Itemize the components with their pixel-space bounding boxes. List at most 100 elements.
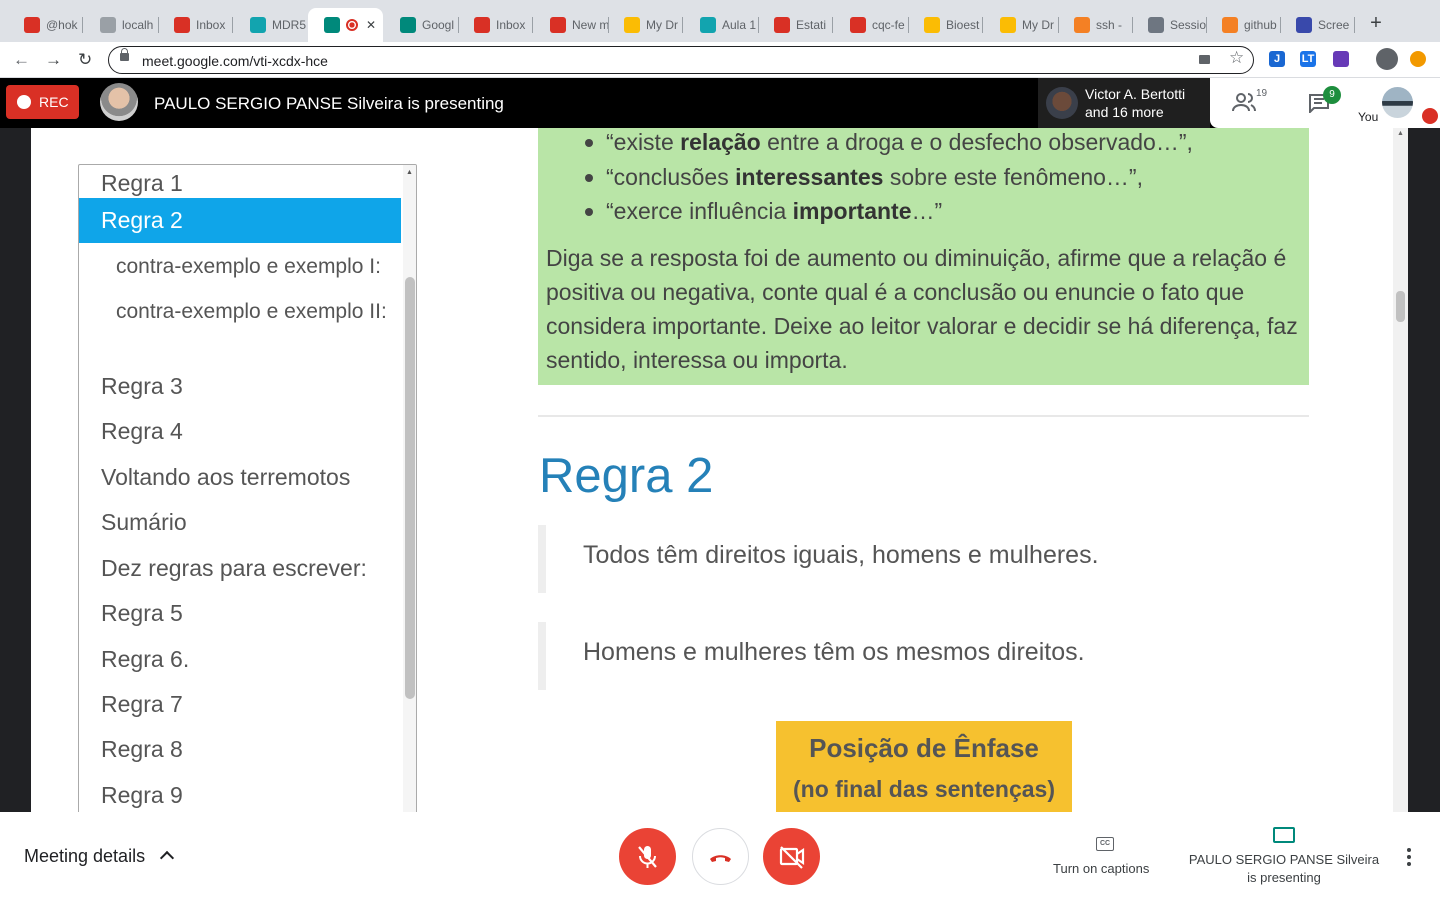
tab-separator bbox=[982, 17, 983, 33]
leave-call-button[interactable] bbox=[692, 828, 749, 885]
bullet-item: “exerce influência importante…” bbox=[585, 197, 1193, 232]
people-count: 19 bbox=[1256, 88, 1268, 99]
new-tab-button[interactable]: + bbox=[1366, 12, 1386, 35]
quote-block: Todos têm direitos iguais, homens e mulh… bbox=[538, 525, 1309, 593]
reload-icon[interactable]: ↻ bbox=[78, 50, 92, 70]
tab-title: Inbox bbox=[496, 18, 526, 32]
browser-tab[interactable]: cqc-fe bbox=[834, 8, 909, 42]
close-tab-icon[interactable]: ✕ bbox=[366, 18, 376, 32]
extension-icon[interactable]: LT bbox=[1300, 51, 1316, 67]
toc-scrollbar-thumb[interactable] bbox=[405, 277, 415, 699]
bullet-dot-icon bbox=[585, 139, 593, 147]
browser-tab[interactable]: ✕ bbox=[308, 8, 383, 42]
self-avatar[interactable] bbox=[1382, 87, 1413, 118]
forward-icon[interactable]: → bbox=[45, 50, 62, 70]
bullet-dot-icon bbox=[585, 173, 593, 182]
mic-muted-icon bbox=[1422, 108, 1438, 124]
participant-tile[interactable]: Victor A. Bertotti and 16 more bbox=[1038, 78, 1210, 128]
globe-icon bbox=[100, 17, 116, 33]
extension-icon[interactable] bbox=[1376, 48, 1398, 70]
toc-item[interactable]: Regra 6. bbox=[79, 637, 401, 682]
tab-separator bbox=[232, 17, 233, 33]
slide-scrollbar-thumb[interactable] bbox=[1396, 291, 1405, 322]
presenter-avatar bbox=[100, 83, 138, 121]
participant-more: and 16 more bbox=[1085, 104, 1164, 120]
browser-tab[interactable]: Googl bbox=[384, 8, 459, 42]
toc-item[interactable]: Regra 9 bbox=[79, 773, 401, 812]
browser-tab[interactable]: ssh - bbox=[1058, 8, 1133, 42]
hangouts-meet-icon bbox=[324, 17, 340, 33]
toc-item[interactable]: Voltando aos terremotos bbox=[79, 455, 401, 500]
drive-icon bbox=[924, 17, 940, 33]
browser-tab[interactable]: localh bbox=[84, 8, 159, 42]
browser-tab[interactable]: Scree bbox=[1280, 8, 1355, 42]
toc-item[interactable]: Sumário bbox=[79, 500, 401, 545]
toc-subitem[interactable]: contra-exemplo e exemplo II: bbox=[79, 289, 401, 364]
meeting-details-button[interactable]: Meeting details bbox=[24, 846, 145, 867]
captions-label[interactable]: Turn on captions bbox=[1053, 861, 1149, 876]
classroom-icon bbox=[250, 17, 266, 33]
browser-tab[interactable]: Sessio bbox=[1132, 8, 1207, 42]
drive-icon bbox=[1000, 17, 1016, 33]
more-options-icon[interactable] bbox=[1404, 848, 1414, 868]
camera-in-use-icon[interactable] bbox=[1199, 55, 1210, 64]
toc-item[interactable]: Regra 8 bbox=[79, 727, 401, 772]
toc-item[interactable]: Regra 2 bbox=[79, 198, 401, 243]
bullet-dot-icon bbox=[585, 208, 593, 216]
browser-tab[interactable]: Inbox bbox=[458, 8, 533, 42]
emphasis-box: Posição de Ênfase (no final das sentença… bbox=[776, 721, 1072, 812]
browser-tab[interactable]: @hok bbox=[8, 8, 83, 42]
highlight-box: “existe relação entre a droga e o desfec… bbox=[538, 128, 1309, 385]
tab-title: Sessio bbox=[1170, 18, 1207, 32]
browser-tab[interactable]: New m bbox=[534, 8, 609, 42]
toc-item[interactable]: Regra 4 bbox=[79, 409, 401, 454]
presenting-label[interactable]: PAULO SERGIO PANSE Silveira is presentin… bbox=[1188, 851, 1380, 887]
tab-title: MDR5 bbox=[272, 18, 307, 32]
tab-title: @hok bbox=[46, 18, 78, 32]
chevron-up-icon[interactable] bbox=[159, 850, 175, 866]
scroll-up-arrow-icon[interactable]: ▲ bbox=[406, 169, 413, 176]
meet-bottom-bar: Meeting details CC Turn on captions PAUL… bbox=[0, 812, 1440, 900]
recording-indicator[interactable]: REC bbox=[6, 85, 79, 119]
browser-tab[interactable]: My Dr bbox=[984, 8, 1059, 42]
camera-toggle-button[interactable] bbox=[763, 828, 820, 885]
back-icon[interactable]: ← bbox=[13, 50, 30, 70]
camera-off-icon bbox=[779, 846, 805, 869]
browser-tab[interactable]: github bbox=[1206, 8, 1281, 42]
browser-tab[interactable]: Aula 1 bbox=[684, 8, 759, 42]
url-text[interactable]: meet.google.com/vti-xcdx-hce bbox=[142, 53, 328, 69]
browser-tab-strip: @hok localh Inbox MDR5 ✕ Googl Inbox New m My Dr… bbox=[0, 0, 1440, 42]
quote-text: Todos têm direitos iguais, homens e mulh… bbox=[583, 541, 1099, 569]
scroll-up-arrow-icon[interactable]: ▲ bbox=[1397, 130, 1404, 137]
bullet-item: “existe relação entre a droga e o desfec… bbox=[585, 128, 1193, 163]
people-icon[interactable] bbox=[1232, 92, 1256, 112]
toc-item[interactable]: Regra 5 bbox=[79, 591, 401, 636]
browser-tab[interactable]: My Dr bbox=[608, 8, 683, 42]
tab-title: Bioest bbox=[946, 18, 980, 32]
bookmark-star-icon[interactable]: ☆ bbox=[1229, 48, 1244, 68]
participant-name: Victor A. Bertotti bbox=[1085, 86, 1186, 102]
toc-item[interactable]: Regra 3 bbox=[79, 364, 401, 409]
tab-separator bbox=[1354, 17, 1355, 33]
participant-names: Victor A. Bertotti and 16 more bbox=[1085, 85, 1185, 121]
browser-tab[interactable]: Inbox bbox=[158, 8, 233, 42]
toc-item[interactable]: Regra 7 bbox=[79, 682, 401, 727]
toc-item[interactable]: Dez regras para escrever: bbox=[79, 546, 401, 591]
tab-title: Inbox bbox=[196, 18, 226, 32]
extension-icon[interactable] bbox=[1410, 51, 1426, 67]
browser-tab[interactable]: Bioest bbox=[908, 8, 983, 42]
browser-tab[interactable]: MDR5 bbox=[234, 8, 309, 42]
tab-title: My Dr bbox=[646, 18, 678, 32]
presenting-text: PAULO SERGIO PANSE Silveira is presentin… bbox=[154, 94, 504, 113]
tab-separator bbox=[682, 17, 683, 33]
browser-tab[interactable]: Estati bbox=[758, 8, 833, 42]
closed-captions-icon[interactable]: CC bbox=[1096, 837, 1114, 851]
address-bar[interactable]: meet.google.com/vti-xcdx-hce ☆ bbox=[108, 46, 1254, 74]
microphone-toggle-button[interactable] bbox=[619, 828, 676, 885]
slide-scrollbar-track[interactable] bbox=[1393, 128, 1408, 812]
toc-subitem[interactable]: contra-exemplo e exemplo I: bbox=[79, 244, 401, 289]
tab-title: ssh - bbox=[1096, 18, 1123, 32]
extension-icon[interactable] bbox=[1333, 51, 1349, 67]
extension-icon[interactable]: J bbox=[1269, 51, 1285, 67]
present-screen-icon[interactable] bbox=[1273, 827, 1295, 843]
